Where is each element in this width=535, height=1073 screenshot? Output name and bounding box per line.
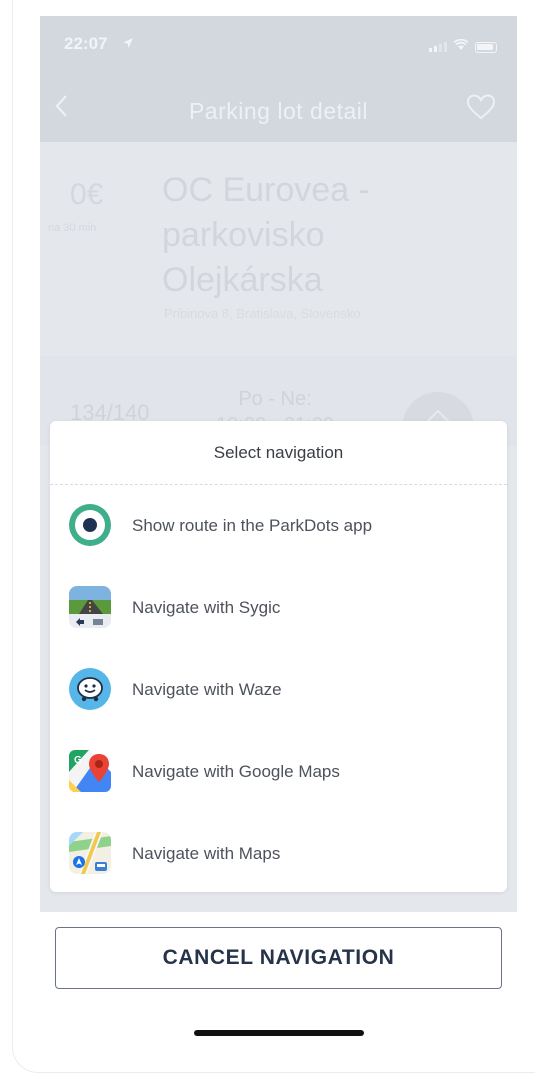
option-label: Navigate with Sygic	[132, 598, 281, 617]
option-label: Navigate with Maps	[132, 844, 281, 863]
apple-maps-icon	[69, 832, 111, 874]
cellular-signal-icon	[429, 42, 447, 52]
parking-lot-address: Pribinova 8, Bratislava, Slovensko	[164, 306, 361, 321]
parking-lot-name: OC Eurovea - parkovisko Olejkárska	[162, 171, 370, 299]
navigation-sheet: Select navigation Show route in the Park…	[50, 421, 507, 892]
page-title: Parking lot detail	[188, 98, 369, 124]
option-sygic[interactable]: Navigate with Sygic	[50, 567, 507, 647]
option-label: Navigate with Waze	[132, 680, 282, 699]
sygic-icon	[69, 586, 111, 628]
location-arrow-icon	[122, 36, 134, 54]
device-frame: 22:07 Parking lot detail 0€ na 30 min OC…	[0, 0, 535, 1073]
option-apple-maps[interactable]: Navigate with Maps	[50, 813, 507, 893]
wifi-icon	[453, 38, 469, 56]
header-bar: Parking lot detail	[40, 72, 517, 142]
parking-lot-summary: 0€ na 30 min OC Eurovea - parkovisko Ole…	[40, 142, 517, 356]
sheet-title: Select navigation	[213, 443, 344, 462]
price-note: na 30 min	[48, 222, 97, 234]
favorite-button[interactable]	[466, 94, 496, 125]
option-waze[interactable]: Navigate with Waze	[50, 649, 507, 729]
heart-outline-icon	[466, 94, 496, 120]
option-label: Navigate with Google Maps	[132, 762, 340, 781]
status-bar: 22:07	[40, 16, 517, 72]
option-label: Show route in the ParkDots app	[132, 516, 373, 535]
google-maps-icon: G	[69, 750, 111, 792]
option-parkdots[interactable]: Show route in the ParkDots app	[50, 485, 507, 565]
option-google-maps[interactable]: G Navigate with Google Maps	[50, 731, 507, 811]
price: 0€	[70, 178, 104, 211]
cancel-navigation-button[interactable]: CANCEL NAVIGATION	[55, 927, 502, 989]
waze-icon	[69, 668, 111, 710]
hours-days: Po - Ne:	[238, 388, 312, 410]
battery-icon	[475, 41, 497, 53]
parkdots-icon	[69, 504, 111, 546]
svg-text:G: G	[74, 755, 82, 766]
home-indicator[interactable]	[194, 1030, 364, 1036]
status-time: 22:07	[64, 34, 108, 53]
